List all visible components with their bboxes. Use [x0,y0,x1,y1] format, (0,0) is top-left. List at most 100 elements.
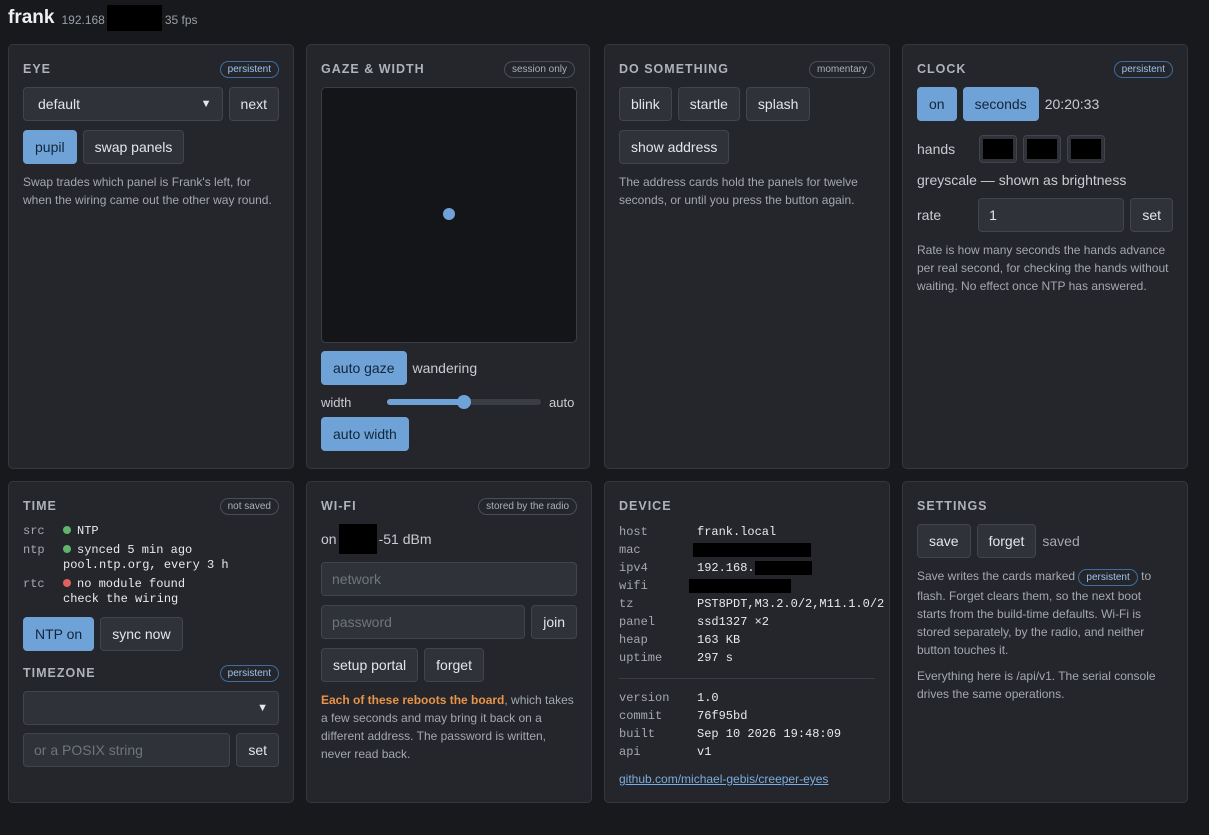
persistent-badge: persistent [219,664,279,682]
hand-color-1[interactable] [979,135,1017,163]
posix-input[interactable]: or a POSIX string [23,733,231,767]
gaze-pad[interactable] [321,87,577,343]
rate-label: rate [917,207,942,223]
ipv4-value: 192.168. [697,560,884,576]
eye-style-select[interactable]: default ▼ [23,87,223,121]
hand-color-2[interactable] [1023,135,1061,163]
gaze-card: GAZE & WIDTH session only auto gaze wand… [306,44,590,469]
device-card: DEVICE host frank.local mac ipv4 192.168. … [604,481,890,803]
host-value: frank.local [697,525,777,539]
hands-label: hands [917,141,956,157]
timezone-set-button[interactable]: set [236,733,279,767]
splash-button[interactable]: splash [745,87,811,121]
settings-forget-button[interactable]: forget [976,524,1037,558]
ipv4-key: ipv4 [619,561,648,575]
wifi-card: WI-FI stored by the radio on -51 dBm net… [306,481,592,803]
device-info-table: host frank.local mac ipv4 192.168. wifi tz… [619,524,884,666]
api-key: api [619,745,641,759]
persistent-badge: persistent [1078,569,1138,586]
auto-gaze-toggle[interactable]: auto gaze [321,351,407,385]
persistent-badge: persistent [1113,60,1173,78]
chevron-down-icon: ▼ [200,98,212,110]
swap-panels-button[interactable]: swap panels [82,130,185,164]
chevron-down-icon: ▼ [257,702,268,714]
momentary-badge: momentary [808,60,875,78]
version-value: 1.0 [697,691,719,705]
src-value: NTP [63,524,279,539]
redaction-block [689,578,791,593]
settings-title: SETTINGS [917,499,988,513]
width-slider-thumb[interactable] [457,395,471,409]
device-ip: 192.168 [61,13,105,27]
join-button[interactable]: join [531,605,577,639]
ntp-server-text: pool.ntp.org, every 3 h [63,558,229,572]
rate-input[interactable]: 1 [978,198,1125,232]
redaction-block [693,542,811,557]
api-value: v1 [697,745,712,759]
src-key: src [23,524,45,538]
settings-note-1: Save writes the cards marked persistent … [917,567,1173,659]
ipv4-text: 192.168. [697,561,755,575]
width-slider[interactable] [387,394,541,410]
redaction-block [754,560,812,575]
network-input[interactable]: network [321,562,577,596]
panel-key: panel [619,615,656,629]
setup-portal-button[interactable]: setup portal [321,648,419,682]
session-only-badge: session only [503,60,575,78]
startle-button[interactable]: startle [677,87,740,121]
settings-card: SETTINGS save forget saved Save writes t… [902,481,1188,803]
tz-value: PST8PDT,M3.2.0/2,M11.1.0/2 [697,597,885,611]
not-saved-badge: not saved [219,497,279,515]
clock-on-toggle[interactable]: on [917,87,957,121]
timezone-title: TIMEZONE [23,666,96,680]
do-title: DO SOMETHING [619,62,729,76]
gaze-status: wandering [412,360,478,376]
next-button[interactable]: next [228,87,279,121]
wifi-value [689,578,884,594]
auto-width-toggle[interactable]: auto width [321,417,409,451]
rate-set-button[interactable]: set [1130,198,1173,232]
persistent-badge: persistent [219,60,279,78]
built-value: Sep 10 2026 19:48:09 [697,727,842,741]
host-key: host [619,525,648,539]
repo-link[interactable]: github.com/michael-gebis/creeper-eyes [619,772,828,786]
show-address-button[interactable]: show address [619,130,730,164]
time-status-table: src NTP ntp synced 5 min ago pool.ntp.org… [23,524,279,607]
stored-by-radio-badge: stored by the radio [478,497,577,515]
sync-now-button[interactable]: sync now [100,617,183,651]
pupil-toggle[interactable]: pupil [23,130,77,164]
top-bar: frank 192.168 35 fps [8,4,198,32]
gaze-point[interactable] [443,208,455,220]
clock-time: 20:20:33 [1044,96,1100,112]
hand-color-2-fill [1027,139,1057,159]
device-title: DEVICE [619,499,672,513]
seconds-toggle[interactable]: seconds [962,87,1039,121]
do-note: The address cards hold the panels for tw… [619,175,858,207]
hand-color-3[interactable] [1067,135,1105,163]
uptime-value: 297 s [697,651,734,665]
eye-note: Swap trades which panel is Frank's left,… [23,175,272,207]
clock-title: CLOCK [917,62,967,76]
wifi-title: WI-FI [321,499,357,513]
rtc-hint-text: check the wiring [63,592,179,606]
width-slider-fill [387,399,464,405]
clock-card: CLOCK persistent on seconds 20:20:33 han… [902,44,1188,469]
wifi-rssi: -51 dBm [378,531,432,547]
blink-button[interactable]: blink [619,87,672,121]
password-input[interactable]: password [321,605,526,639]
time-title: TIME [23,499,57,513]
hand-color-1-fill [983,139,1013,159]
ntp-on-toggle[interactable]: NTP on [23,617,95,651]
src-value-text: NTP [77,524,99,538]
hand-color-3-fill [1071,139,1101,159]
width-value: auto [549,394,575,410]
timezone-select[interactable]: ▼ [23,691,279,725]
heap-value: 163 KB [697,633,741,647]
uptime-key: uptime [619,651,663,665]
clock-note: Rate is how many seconds the hands advan… [917,243,1169,293]
redaction-block [106,5,162,31]
settings-note-1a: Save writes the cards marked [917,569,1076,583]
wifi-forget-button[interactable]: forget [424,648,484,682]
rtc-status-text: no module found [77,577,186,591]
save-button[interactable]: save [917,524,971,558]
